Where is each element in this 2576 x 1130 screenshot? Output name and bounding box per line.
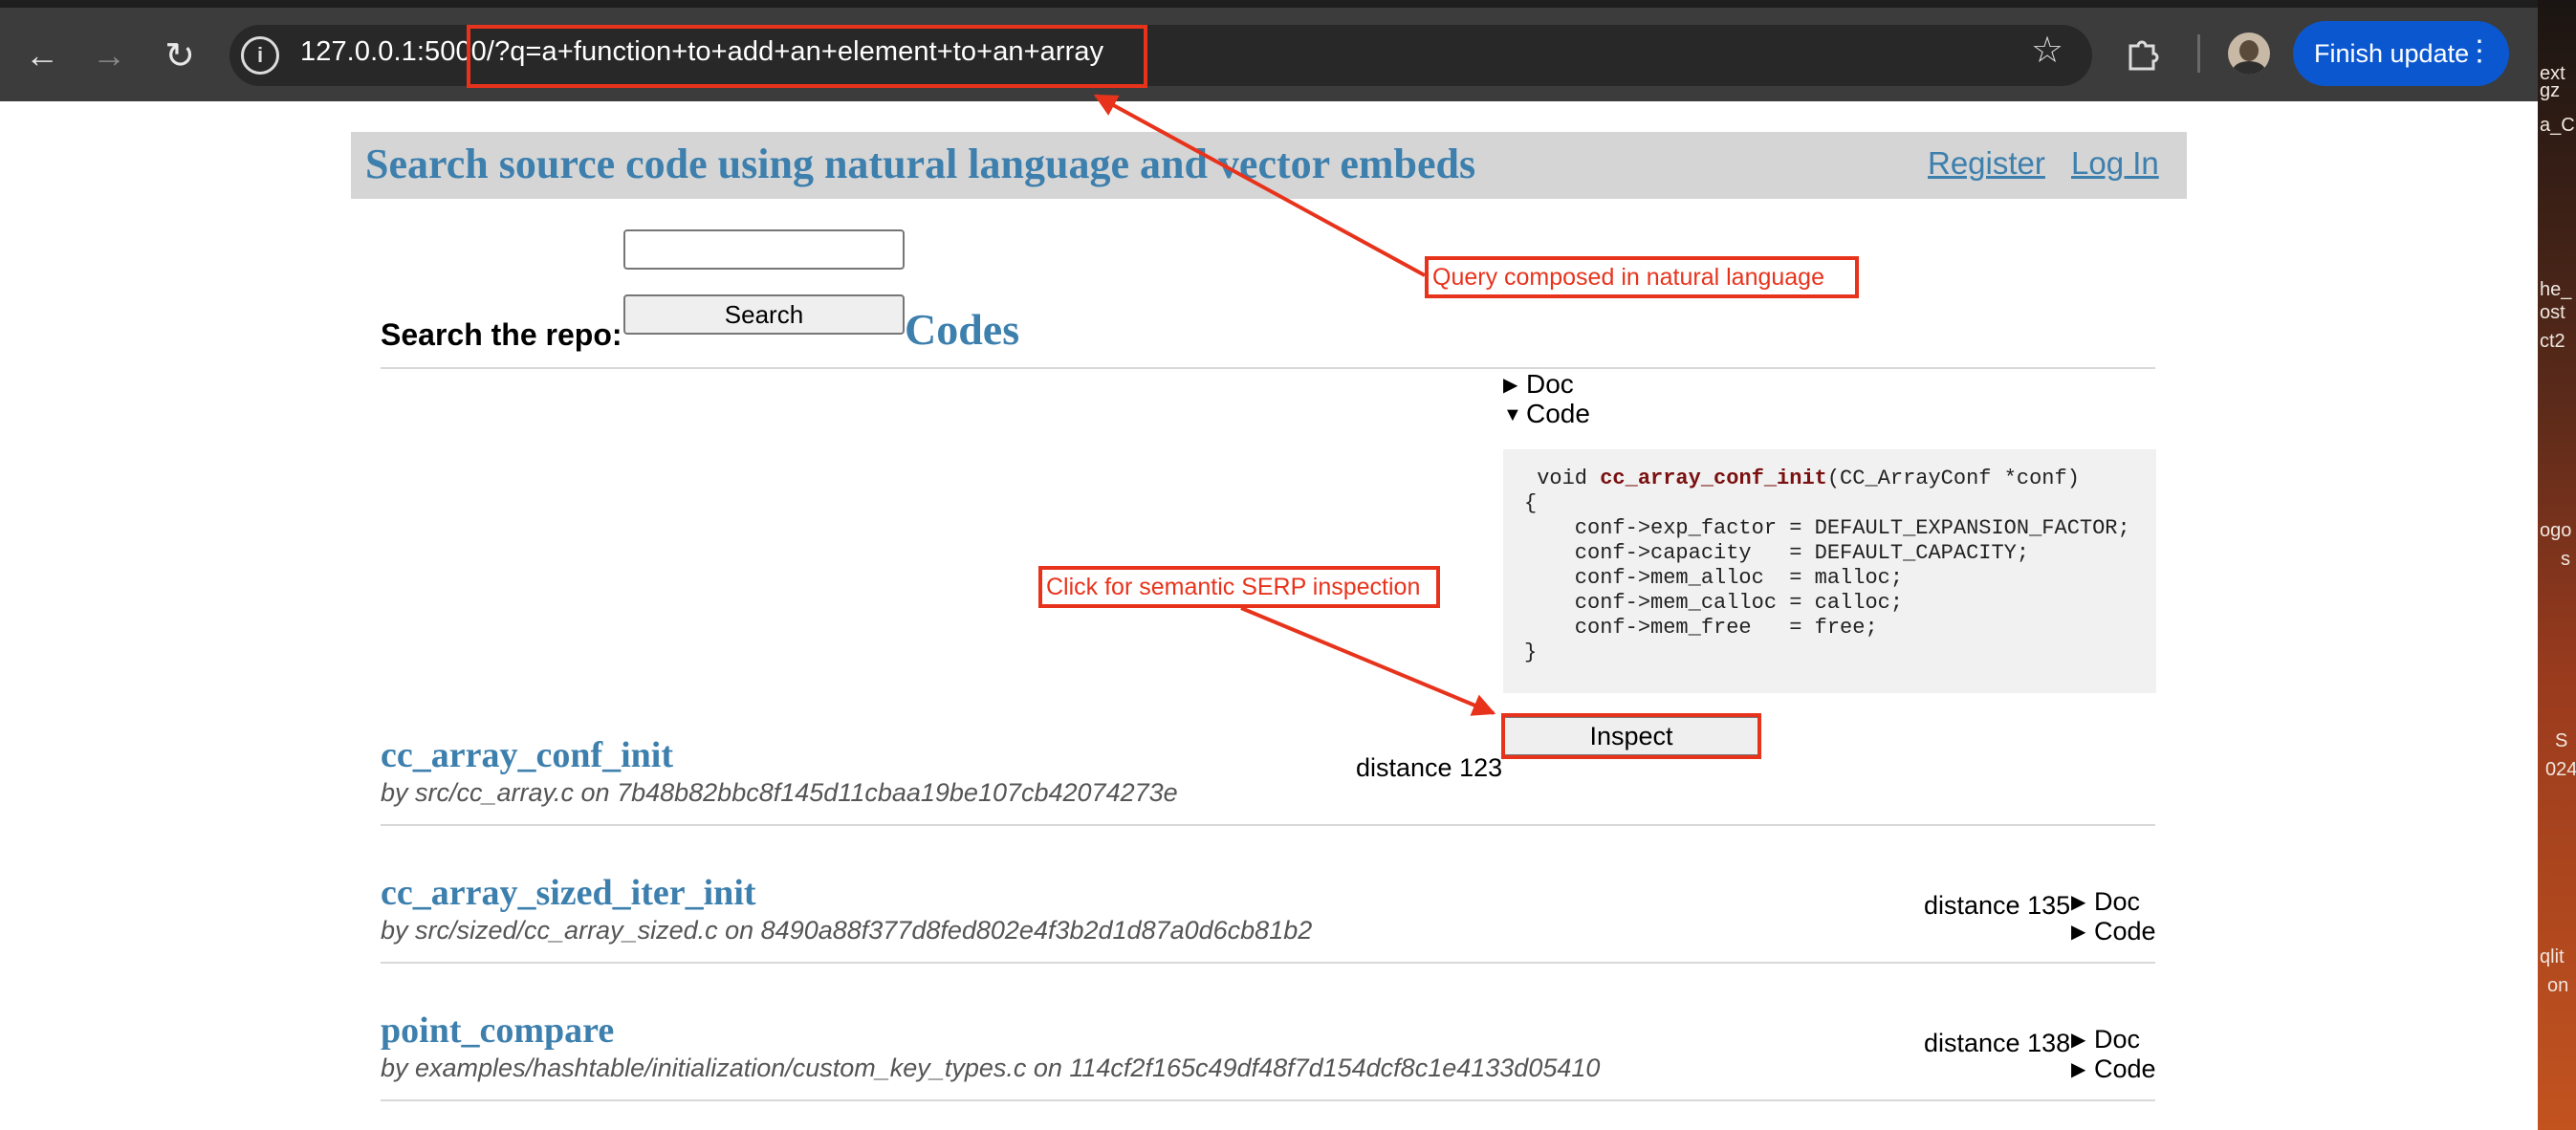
tab-strip-edge: [0, 0, 2538, 8]
desktop-fragment: ct2: [2540, 331, 2565, 352]
desktop-fragment: S: [2555, 730, 2568, 751]
disclosure-right-icon: ▶: [2071, 1059, 2086, 1080]
finish-update-label: Finish update: [2314, 38, 2470, 68]
desktop-fragment: 024: [2545, 759, 2576, 780]
code-snippet: void cc_array_conf_init(CC_ArrayConf *co…: [1524, 467, 2130, 665]
doc-toggle-label: Doc: [1526, 369, 1574, 399]
code-toggle[interactable]: ▶ Code: [2071, 917, 2156, 946]
desktop-background-strip: ext gz a_C he_ ost ct2 ogo s S 024 qlit …: [2538, 0, 2576, 1130]
result-title[interactable]: cc_array_sized_iter_init: [381, 872, 756, 914]
code-toggle-label: Code: [2094, 1054, 2156, 1083]
code-toggle-label: Code: [1526, 399, 1590, 428]
reload-icon[interactable]: ↻: [153, 29, 207, 82]
register-link[interactable]: Register: [1928, 145, 2045, 182]
query-annotation-label: Query composed in natural language: [1425, 256, 1859, 298]
profile-avatar[interactable]: [2228, 33, 2270, 75]
code-toggle[interactable]: ▶ Code: [2071, 1054, 2156, 1084]
disclosure-down-icon: ▼: [1503, 404, 1522, 425]
search-button[interactable]: Search: [623, 294, 905, 335]
code-line-prefix: void: [1524, 467, 1601, 490]
code-body: { conf->exp_factor = DEFAULT_EXPANSION_F…: [1524, 491, 2130, 664]
divider: [381, 824, 2155, 826]
desktop-fragment: ost: [2540, 302, 2565, 323]
result-distance: distance 135: [1924, 891, 2071, 920]
search-input[interactable]: [623, 229, 905, 270]
desktop-fragment: on: [2547, 975, 2569, 996]
result-title[interactable]: cc_array_conf_init: [381, 734, 673, 776]
site-info-icon[interactable]: i: [241, 36, 279, 75]
doc-toggle[interactable]: ▶ Doc: [2071, 1025, 2140, 1054]
desktop-fragment: ogo: [2540, 520, 2572, 541]
desktop-fragment: gz: [2540, 80, 2561, 101]
bookmark-star-icon[interactable]: ☆: [2031, 29, 2063, 72]
codes-heading: Codes: [905, 305, 1020, 354]
doc-toggle-label: Doc: [2094, 887, 2141, 916]
result-distance: distance 123: [1356, 753, 1503, 782]
divider: [381, 367, 2155, 369]
inspect-highlight-box: [1501, 713, 1761, 759]
doc-toggle-label: Doc: [2094, 1025, 2141, 1054]
inspect-annotation-label: Click for semantic SERP inspection: [1038, 566, 1440, 608]
result-distance: distance 138: [1924, 1029, 2071, 1057]
desktop-fragment: he_: [2540, 279, 2572, 300]
doc-toggle[interactable]: ▶ Doc: [2071, 887, 2140, 917]
result-meta: by examples/hashtable/initialization/cus…: [381, 1054, 1601, 1082]
page-content: Search source code using natural languag…: [0, 101, 2538, 1130]
code-toggle[interactable]: ▼ Code: [1503, 399, 1590, 429]
forward-arrow-icon[interactable]: →: [82, 29, 136, 82]
desktop-fragment: qlit: [2540, 946, 2565, 967]
back-arrow-icon[interactable]: ←: [15, 29, 69, 82]
code-line-suffix: (CC_ArrayConf *conf): [1826, 467, 2080, 490]
result-title[interactable]: point_compare: [381, 1010, 614, 1052]
search-label: Search the repo:: [381, 317, 622, 352]
page-title: Search source code using natural languag…: [365, 141, 1476, 187]
desktop-fragment: a_C: [2540, 115, 2575, 136]
url-highlight-box: [467, 25, 1147, 88]
code-function-name: cc_array_conf_init: [1600, 467, 1827, 490]
doc-toggle[interactable]: ▶ Doc: [1503, 369, 1574, 400]
kebab-menu-icon[interactable]: ⋮: [2465, 34, 2494, 69]
code-toggle-label: Code: [2094, 917, 2156, 945]
disclosure-right-icon: ▶: [2071, 892, 2086, 913]
extensions-puzzle-icon[interactable]: [2125, 36, 2159, 71]
finish-update-button[interactable]: Finish update ⋮: [2293, 21, 2509, 86]
result-meta: by src/cc_array.c on 7b48b82bbc8f145d11c…: [381, 778, 1178, 807]
browser-toolbar: ← → ↻ i 127.0.0.1:5000/?q=a+function+to+…: [0, 0, 2538, 101]
login-link[interactable]: Log In: [2071, 145, 2159, 182]
toolbar-separator: [2197, 34, 2200, 73]
disclosure-right-icon: ▶: [2071, 1030, 2086, 1051]
disclosure-right-icon: ▶: [1503, 375, 1518, 396]
result-meta: by src/sized/cc_array_sized.c on 8490a88…: [381, 916, 1313, 945]
divider: [381, 962, 2155, 964]
divider: [381, 1099, 2155, 1101]
desktop-fragment: s: [2561, 549, 2570, 570]
disclosure-right-icon: ▶: [2071, 922, 2086, 943]
